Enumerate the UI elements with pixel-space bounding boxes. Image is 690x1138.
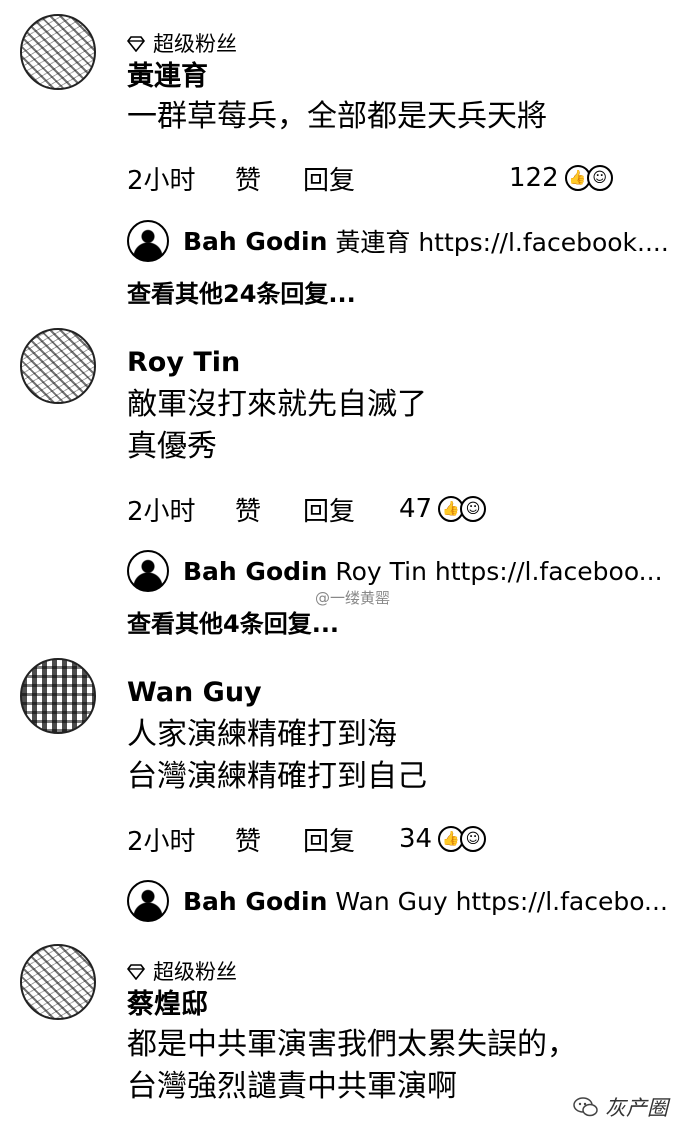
comment-text-line: 人家演練精確打到海	[127, 717, 397, 752]
reply-snippet: Wan Guy https://l.facebo...	[335, 886, 668, 916]
badge-label: 超级粉丝	[153, 32, 237, 56]
comment-actions: 2小时 赞 回复 47 👍 ☺	[127, 489, 487, 529]
reaction-summary[interactable]: 47 👍 ☺	[399, 494, 487, 524]
timestamp: 2小时	[127, 496, 196, 527]
reply-button[interactable]: 回复	[303, 491, 399, 528]
reply-avatar	[127, 550, 169, 592]
reply-snippet: Roy Tin https://l.faceboo...	[335, 556, 663, 586]
timestamp: 2小时	[127, 826, 196, 857]
comment-text-line: 都是中共軍演害我們太累失誤的，	[127, 1027, 577, 1062]
view-more-replies-link[interactable]: 查看其他24条回复...	[127, 277, 356, 311]
like-button[interactable]: 赞	[235, 821, 303, 858]
comment-text-line: 真優秀	[127, 429, 217, 464]
comment-text-line: 台灣演練精確打到自己	[127, 759, 427, 794]
reaction-count: 34	[399, 824, 433, 854]
comment-actions: 2小时 赞 回复 34 👍 ☺	[127, 819, 487, 859]
wechat-icon	[573, 1097, 598, 1117]
reply-preview[interactable]: Bah Godin 黃連育 https://l.facebook....	[127, 218, 670, 264]
reaction-count: 122	[509, 163, 559, 193]
commenter-name[interactable]: 蔡煌邸	[127, 988, 670, 1022]
commenter-avatar[interactable]	[20, 14, 96, 90]
haha-icon: ☺	[460, 826, 487, 852]
haha-icon: ☺	[460, 496, 487, 522]
reply-button[interactable]: 回复	[303, 160, 399, 197]
haha-icon: ☺	[586, 165, 613, 191]
like-button[interactable]: 赞	[235, 160, 303, 197]
diamond-icon	[127, 964, 145, 980]
timestamp: 2小时	[127, 165, 196, 196]
commenter-avatar[interactable]	[20, 944, 96, 1020]
reaction-count: 47	[399, 494, 433, 524]
reply-avatar	[127, 220, 169, 262]
view-more-replies-link[interactable]: 查看其他4条回复...	[127, 607, 339, 641]
reply-preview[interactable]: Bah Godin Roy Tin https://l.faceboo...	[127, 548, 670, 594]
reply-author: Bah Godin	[183, 556, 328, 586]
top-fan-badge: 超级粉丝	[127, 958, 670, 986]
watermark-text: @一缕黄罂	[315, 589, 391, 607]
commenter-name[interactable]: Wan Guy	[127, 676, 670, 710]
top-fan-badge: 超级粉丝	[127, 30, 670, 58]
watermark-logo: 灰产圈	[573, 1092, 668, 1122]
reply-author: Bah Godin	[183, 886, 328, 916]
reply-avatar	[127, 880, 169, 922]
comment-actions: 2小时 赞 回复 122 👍 ☺	[127, 158, 613, 198]
comment-text-line: 敵軍沒打來就先自滅了	[127, 387, 427, 422]
reply-button[interactable]: 回复	[303, 821, 399, 858]
comment-text-line: 一群草莓兵，全部都是天兵天將	[127, 99, 547, 134]
commenter-avatar[interactable]	[20, 658, 96, 734]
watermark-label: 灰产圈	[605, 1096, 668, 1120]
like-button[interactable]: 赞	[235, 491, 303, 528]
commenter-avatar[interactable]	[20, 328, 96, 404]
reaction-summary[interactable]: 122 👍 ☺	[509, 163, 613, 193]
badge-label: 超级粉丝	[153, 960, 237, 984]
reply-preview[interactable]: Bah Godin Wan Guy https://l.facebo...	[127, 878, 670, 924]
reaction-summary[interactable]: 34 👍 ☺	[399, 824, 487, 854]
commenter-name[interactable]: Roy Tin	[127, 346, 670, 380]
reply-author: Bah Godin	[183, 226, 328, 256]
commenter-name[interactable]: 黃連育	[127, 60, 670, 94]
reply-snippet: 黃連育 https://l.facebook....	[335, 228, 669, 257]
diamond-icon	[127, 36, 145, 52]
